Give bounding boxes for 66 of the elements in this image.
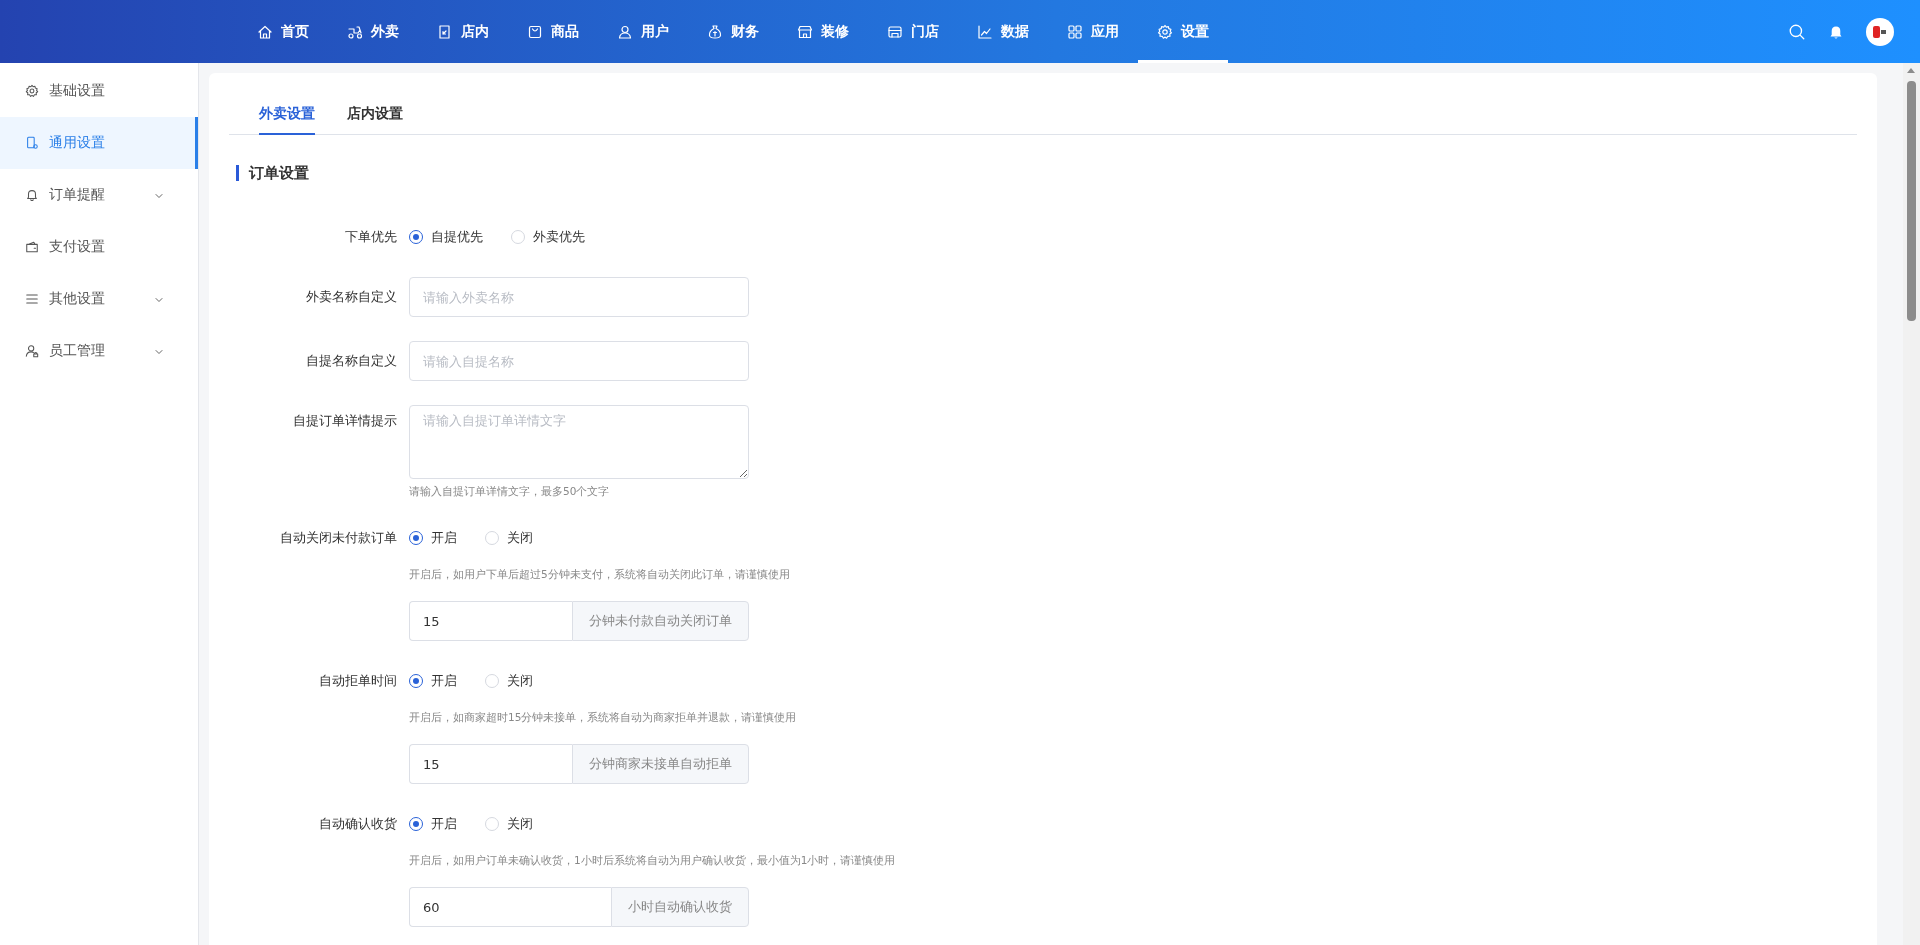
section-title: 订单设置 (236, 165, 1857, 181)
number-input[interactable]: 15 (409, 601, 572, 641)
radio-option[interactable]: 关闭 (485, 815, 533, 833)
number-input[interactable]: 15 (409, 744, 572, 784)
nav-item[interactable]: 首页 (238, 0, 328, 63)
field-label: 自动确认收货 (318, 815, 397, 833)
sidebar-item[interactable]: 基础设置 (0, 65, 198, 117)
line-chart-icon (977, 23, 993, 40)
help-text: 开启后，如用户下单后超过5分钟未支付，系统将自动关闭此订单，请谨慎使用 (409, 567, 791, 582)
field-label: 自动拒单时间 (318, 672, 397, 690)
nav-item[interactable]: 数据 (958, 0, 1048, 63)
user-lock-icon (25, 344, 39, 358)
bell-icon (25, 188, 39, 202)
field-label: 自提名称自定义 (305, 352, 397, 370)
help-text: 开启后，如用户订单未确认收货，1小时后系统将自动为用户确认收货，最小值为1小时，请谨慎使用 (409, 853, 897, 868)
avatar[interactable] (1866, 17, 1894, 46)
field-label: 自提订单详情提示 (292, 412, 397, 430)
radio-option[interactable]: 关闭 (485, 672, 533, 690)
gear-icon (25, 84, 39, 98)
radio-option[interactable]: 开启 (409, 815, 457, 833)
nav-item[interactable]: 应用 (1048, 0, 1138, 63)
bag-icon (527, 23, 543, 40)
sidebar-item[interactable]: 订单提醒 (0, 169, 198, 221)
input-suffix: 分钟商家未接单自动拒单 (572, 744, 749, 784)
help-text: 开启后，如商家超时15分钟未接单，系统将自动为商家拒单并退款，请谨慎使用 (409, 710, 798, 725)
text-input[interactable]: 请输入外卖名称 (409, 277, 749, 317)
radio-option[interactable]: 开启 (409, 529, 457, 547)
text-input[interactable]: 请输入自提名称 (409, 341, 749, 381)
nav-item[interactable]: 装修 (778, 0, 868, 63)
nav-item[interactable]: 商品 (508, 0, 598, 63)
number-input[interactable]: 60 (409, 887, 611, 927)
nav-item[interactable]: 财务 (688, 0, 778, 63)
field-label: 下单优先 (344, 228, 397, 246)
input-suffix: 小时自动确认收货 (611, 887, 749, 927)
gear-icon (1157, 23, 1173, 40)
sidebar-item[interactable]: 通用设置 (0, 117, 198, 169)
field-label: 外卖名称自定义 (305, 288, 397, 306)
nav-item[interactable]: 店内 (418, 0, 508, 63)
text-area[interactable]: 请输入自提订单详情文字 (409, 405, 749, 479)
store-icon (797, 23, 813, 40)
nav-item[interactable]: 门店 (868, 0, 958, 63)
user-icon (617, 23, 633, 40)
input-suffix: 分钟未付款自动关闭订单 (572, 601, 749, 641)
scooter-icon (347, 23, 363, 40)
menu-icon (25, 292, 39, 306)
search-icon (1788, 22, 1806, 41)
wallet-icon (25, 240, 39, 254)
radio-option[interactable]: 开启 (409, 672, 457, 690)
radio-option[interactable]: 外卖优先 (511, 228, 585, 246)
nav-item[interactable]: 用户 (598, 0, 688, 63)
shop-icon (887, 23, 903, 40)
phone-gear-icon (25, 136, 39, 150)
money-bag-icon (707, 23, 723, 40)
house-icon (257, 23, 273, 40)
sidebar-item[interactable]: 其他设置 (0, 273, 198, 325)
apps-grid-icon (1067, 23, 1083, 40)
radio-option[interactable]: 自提优先 (409, 228, 483, 246)
tab[interactable]: 店内设置 (347, 99, 403, 135)
scrollbar[interactable] (1903, 63, 1920, 945)
radio-option[interactable]: 关闭 (485, 529, 533, 547)
field-label: 自动关闭未付款订单 (279, 529, 397, 547)
tab[interactable]: 外卖设置 (259, 99, 315, 135)
sidebar-item[interactable]: 支付设置 (0, 221, 198, 273)
nav-item[interactable]: 外卖 (328, 0, 418, 63)
help-text: 请输入自提订单详情文字，最多50个文字 (409, 484, 611, 498)
sidebar-item[interactable]: 员工管理 (0, 325, 198, 377)
